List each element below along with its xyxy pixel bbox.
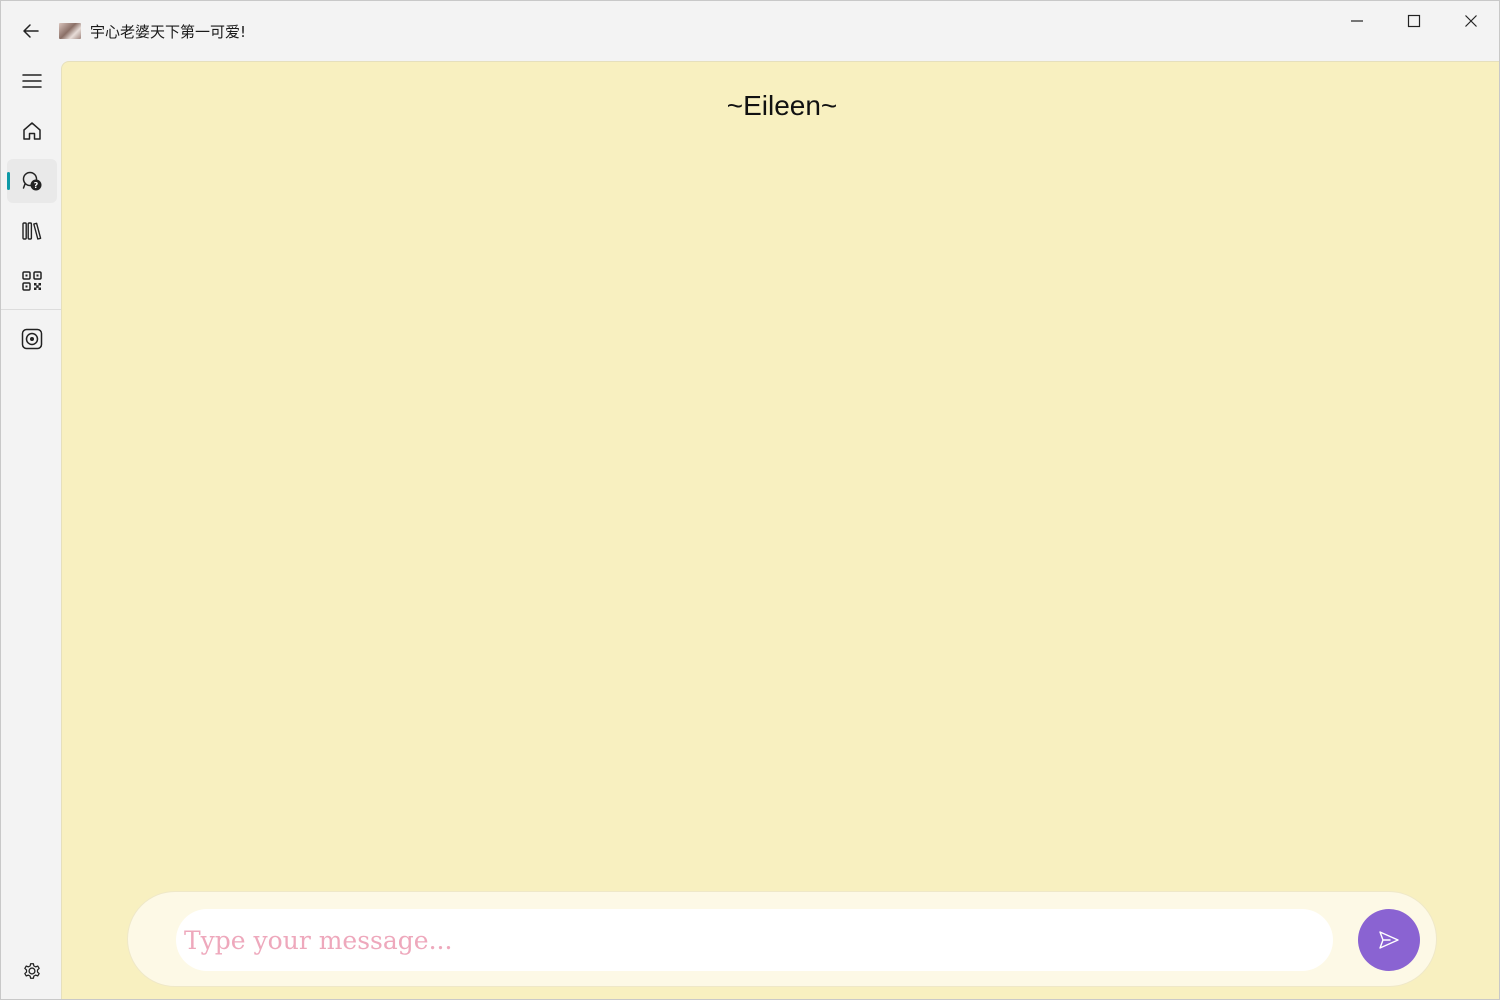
close-icon (1464, 15, 1477, 27)
nav-item-media[interactable] (7, 317, 57, 361)
close-button[interactable] (1442, 1, 1499, 41)
nav-item-home[interactable] (7, 109, 57, 153)
qr-code-icon (22, 271, 42, 291)
minimize-button[interactable] (1328, 1, 1385, 41)
library-icon (22, 222, 42, 240)
nav-item-qr-code[interactable] (7, 259, 57, 303)
hamburger-menu-button[interactable] (7, 59, 57, 103)
title-bar: 宇心老婆天下第一可爱! (1, 1, 1499, 61)
app-avatar-icon (59, 23, 81, 39)
chat-help-icon: ? (22, 171, 42, 191)
back-arrow-icon (23, 24, 39, 38)
hamburger-icon (22, 74, 42, 88)
minimize-icon (1350, 20, 1363, 22)
gear-icon (24, 963, 40, 979)
navigation-rail: ? (1, 61, 61, 999)
send-icon (1379, 931, 1399, 949)
svg-text:?: ? (34, 181, 39, 190)
send-button[interactable] (1358, 909, 1420, 971)
message-composer (127, 891, 1437, 987)
app-window: 宇心老婆天下第一可爱! ? ~Eileen~ Type your message… (0, 0, 1500, 1000)
nav-item-chat[interactable]: ? (7, 159, 57, 203)
message-input[interactable] (176, 909, 1333, 971)
chat-title: ~Eileen~ (726, 90, 838, 121)
window-title: 宇心老婆天下第一可爱! (90, 23, 247, 41)
maximize-button[interactable] (1385, 1, 1442, 41)
selection-indicator (7, 172, 10, 190)
nav-item-settings[interactable] (7, 949, 57, 993)
window-controls (1328, 1, 1499, 41)
back-button[interactable] (11, 13, 51, 49)
chat-panel: ~Eileen~ (61, 61, 1499, 999)
nav-divider (1, 309, 61, 310)
nav-item-library[interactable] (7, 209, 57, 253)
maximize-icon (1407, 14, 1420, 28)
media-target-icon (21, 328, 43, 350)
home-icon (23, 122, 41, 140)
